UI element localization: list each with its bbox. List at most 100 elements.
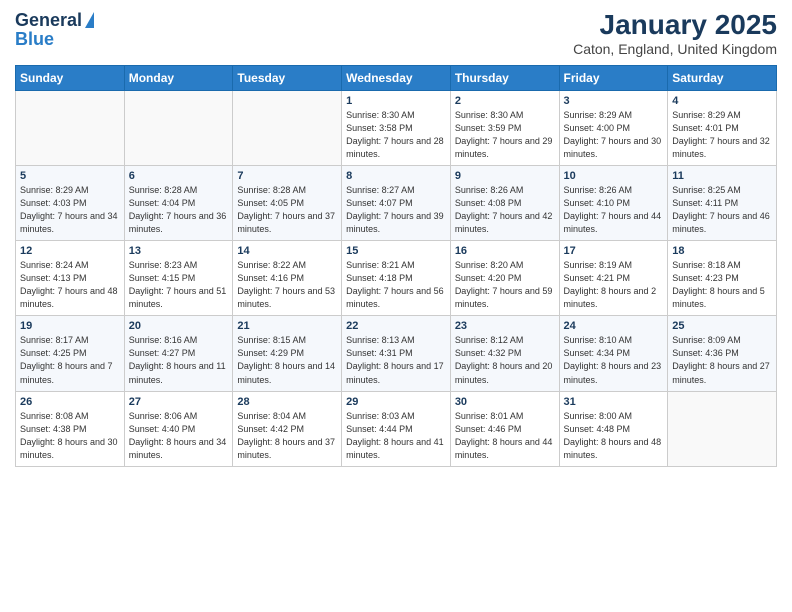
day-info: Sunrise: 8:03 AMSunset: 4:44 PMDaylight:…	[346, 410, 446, 462]
calendar-cell: 11 Sunrise: 8:25 AMSunset: 4:11 PMDayligh…	[668, 165, 777, 240]
calendar-cell: 24 Sunrise: 8:10 AMSunset: 4:34 PMDayligh…	[559, 316, 668, 391]
day-number: 26	[20, 396, 120, 408]
col-sunday: Sunday	[16, 65, 125, 90]
day-info: Sunrise: 8:01 AMSunset: 4:46 PMDaylight:…	[455, 410, 555, 462]
day-number: 23	[455, 320, 555, 332]
page: General Blue January 2025 Caton, England…	[0, 0, 792, 612]
calendar-cell: 28 Sunrise: 8:04 AMSunset: 4:42 PMDayligh…	[233, 391, 342, 466]
day-number: 9	[455, 170, 555, 182]
day-number: 17	[564, 245, 664, 257]
calendar-cell: 27 Sunrise: 8:06 AMSunset: 4:40 PMDayligh…	[124, 391, 233, 466]
title-block: January 2025 Caton, England, United King…	[573, 10, 777, 57]
day-info: Sunrise: 8:21 AMSunset: 4:18 PMDaylight:…	[346, 259, 446, 311]
day-number: 6	[129, 170, 229, 182]
calendar-cell	[233, 90, 342, 165]
calendar-cell: 23Sunrise: 8:12 AMSunset: 4:32 PMDayligh…	[450, 316, 559, 391]
day-info: Sunrise: 8:18 AMSunset: 4:23 PMDaylight:…	[672, 259, 772, 311]
calendar-cell: 21 Sunrise: 8:15 AMSunset: 4:29 PMDayligh…	[233, 316, 342, 391]
calendar-title: January 2025	[573, 10, 777, 41]
day-number: 28	[237, 396, 337, 408]
day-info: Sunrise: 8:27 AMSunset: 4:07 PMDaylight:…	[346, 184, 446, 236]
calendar-cell: 12 Sunrise: 8:24 AMSunset: 4:13 PMDayligh…	[16, 241, 125, 316]
day-number: 16	[455, 245, 555, 257]
calendar-cell: 18 Sunrise: 8:18 AMSunset: 4:23 PMDayligh…	[668, 241, 777, 316]
day-info: Sunrise: 8:29 AMSunset: 4:01 PMDaylight:…	[672, 109, 772, 161]
day-info: Sunrise: 8:26 AMSunset: 4:10 PMDaylight:…	[564, 184, 664, 236]
day-info: Sunrise: 8:10 AMSunset: 4:34 PMDaylight:…	[564, 334, 664, 386]
logo: General Blue	[15, 10, 94, 50]
calendar-cell: 9Sunrise: 8:26 AMSunset: 4:08 PMDaylight…	[450, 165, 559, 240]
day-number: 14	[237, 245, 337, 257]
calendar-cell: 26 Sunrise: 8:08 AMSunset: 4:38 PMDayligh…	[16, 391, 125, 466]
col-thursday: Thursday	[450, 65, 559, 90]
day-number: 10	[564, 170, 664, 182]
day-number: 18	[672, 245, 772, 257]
day-number: 15	[346, 245, 446, 257]
day-number: 4	[672, 95, 772, 107]
day-number: 29	[346, 396, 446, 408]
calendar-week-5: 26 Sunrise: 8:08 AMSunset: 4:38 PMDayligh…	[16, 391, 777, 466]
logo-triangle	[85, 12, 94, 28]
calendar-cell: 17Sunrise: 8:19 AMSunset: 4:21 PMDayligh…	[559, 241, 668, 316]
day-info: Sunrise: 8:22 AMSunset: 4:16 PMDaylight:…	[237, 259, 337, 311]
day-number: 21	[237, 320, 337, 332]
day-number: 20	[129, 320, 229, 332]
day-number: 5	[20, 170, 120, 182]
day-number: 13	[129, 245, 229, 257]
day-number: 24	[564, 320, 664, 332]
logo-blue: Blue	[15, 29, 54, 50]
day-number: 8	[346, 170, 446, 182]
day-info: Sunrise: 8:23 AMSunset: 4:15 PMDaylight:…	[129, 259, 229, 311]
calendar-week-4: 19Sunrise: 8:17 AMSunset: 4:25 PMDayligh…	[16, 316, 777, 391]
day-info: Sunrise: 8:24 AMSunset: 4:13 PMDaylight:…	[20, 259, 120, 311]
calendar-cell: 4 Sunrise: 8:29 AMSunset: 4:01 PMDaylight…	[668, 90, 777, 165]
calendar-cell: 19Sunrise: 8:17 AMSunset: 4:25 PMDayligh…	[16, 316, 125, 391]
col-saturday: Saturday	[668, 65, 777, 90]
calendar-cell: 1Sunrise: 8:30 AMSunset: 3:58 PMDaylight…	[342, 90, 451, 165]
day-info: Sunrise: 8:25 AMSunset: 4:11 PMDaylight:…	[672, 184, 772, 236]
day-info: Sunrise: 8:30 AMSunset: 3:58 PMDaylight:…	[346, 109, 446, 161]
day-number: 12	[20, 245, 120, 257]
calendar-cell	[124, 90, 233, 165]
day-info: Sunrise: 8:09 AMSunset: 4:36 PMDaylight:…	[672, 334, 772, 386]
day-number: 11	[672, 170, 772, 182]
day-info: Sunrise: 8:28 AMSunset: 4:04 PMDaylight:…	[129, 184, 229, 236]
day-info: Sunrise: 8:30 AMSunset: 3:59 PMDaylight:…	[455, 109, 555, 161]
day-info: Sunrise: 8:17 AMSunset: 4:25 PMDaylight:…	[20, 334, 120, 386]
col-friday: Friday	[559, 65, 668, 90]
calendar-cell: 7 Sunrise: 8:28 AMSunset: 4:05 PMDaylight…	[233, 165, 342, 240]
day-info: Sunrise: 8:00 AMSunset: 4:48 PMDaylight:…	[564, 410, 664, 462]
calendar-cell	[16, 90, 125, 165]
day-info: Sunrise: 8:28 AMSunset: 4:05 PMDaylight:…	[237, 184, 337, 236]
day-info: Sunrise: 8:20 AMSunset: 4:20 PMDaylight:…	[455, 259, 555, 311]
logo-general: General	[15, 10, 82, 31]
calendar-cell: 2 Sunrise: 8:30 AMSunset: 3:59 PMDaylight…	[450, 90, 559, 165]
calendar-cell	[668, 391, 777, 466]
calendar-cell: 20Sunrise: 8:16 AMSunset: 4:27 PMDayligh…	[124, 316, 233, 391]
day-number: 30	[455, 396, 555, 408]
day-info: Sunrise: 8:29 AMSunset: 4:00 PMDaylight:…	[564, 109, 664, 161]
day-info: Sunrise: 8:06 AMSunset: 4:40 PMDaylight:…	[129, 410, 229, 462]
day-info: Sunrise: 8:15 AMSunset: 4:29 PMDaylight:…	[237, 334, 337, 386]
calendar-cell: 15 Sunrise: 8:21 AMSunset: 4:18 PMDayligh…	[342, 241, 451, 316]
col-wednesday: Wednesday	[342, 65, 451, 90]
day-number: 7	[237, 170, 337, 182]
calendar-week-3: 12 Sunrise: 8:24 AMSunset: 4:13 PMDayligh…	[16, 241, 777, 316]
calendar-cell: 31Sunrise: 8:00 AMSunset: 4:48 PMDayligh…	[559, 391, 668, 466]
calendar-cell: 13 Sunrise: 8:23 AMSunset: 4:15 PMDayligh…	[124, 241, 233, 316]
day-number: 27	[129, 396, 229, 408]
calendar-subtitle: Caton, England, United Kingdom	[573, 41, 777, 57]
col-monday: Monday	[124, 65, 233, 90]
calendar-cell: 8 Sunrise: 8:27 AMSunset: 4:07 PMDaylight…	[342, 165, 451, 240]
col-tuesday: Tuesday	[233, 65, 342, 90]
day-info: Sunrise: 8:08 AMSunset: 4:38 PMDaylight:…	[20, 410, 120, 462]
calendar-cell: 25Sunrise: 8:09 AMSunset: 4:36 PMDayligh…	[668, 316, 777, 391]
calendar-table: Sunday Monday Tuesday Wednesday Thursday…	[15, 65, 777, 467]
day-info: Sunrise: 8:04 AMSunset: 4:42 PMDaylight:…	[237, 410, 337, 462]
calendar-cell: 14 Sunrise: 8:22 AMSunset: 4:16 PMDayligh…	[233, 241, 342, 316]
day-info: Sunrise: 8:13 AMSunset: 4:31 PMDaylight:…	[346, 334, 446, 386]
header: General Blue January 2025 Caton, England…	[15, 10, 777, 57]
day-number: 2	[455, 95, 555, 107]
calendar-cell: 3Sunrise: 8:29 AMSunset: 4:00 PMDaylight…	[559, 90, 668, 165]
day-info: Sunrise: 8:29 AMSunset: 4:03 PMDaylight:…	[20, 184, 120, 236]
